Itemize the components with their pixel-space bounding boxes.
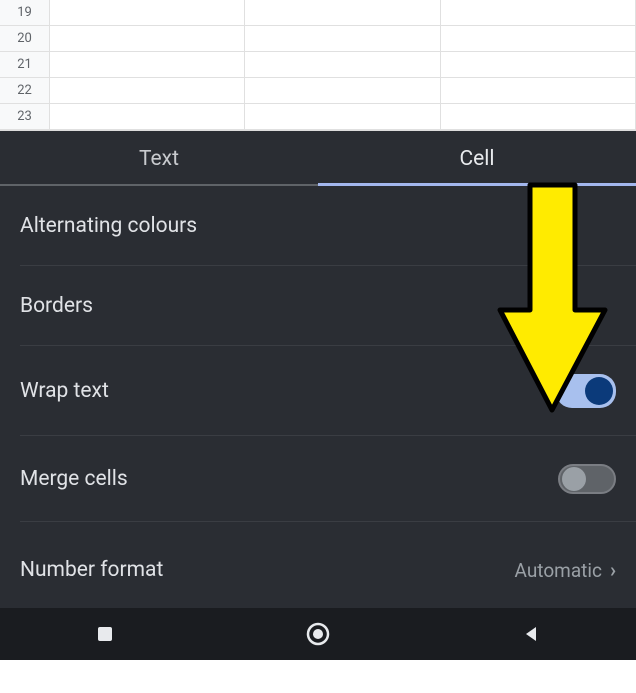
nav-back-button[interactable] [521,624,541,644]
toggle-knob [585,377,613,405]
cell[interactable] [50,52,245,77]
cell[interactable] [245,26,440,51]
format-panel: Text Cell Alternating colours Borders Wr… [0,131,636,608]
cell[interactable] [50,78,245,103]
option-label: Merge cells [20,467,128,491]
row-header[interactable]: 23 [0,104,50,129]
tab-cell[interactable]: Cell [318,131,636,186]
wrap-text-toggle[interactable] [556,374,616,408]
cell[interactable] [441,26,636,51]
chevron-right-icon: › [610,558,616,582]
cell[interactable] [245,104,440,129]
system-nav-bar [0,608,636,660]
table-row[interactable]: 22 [0,78,636,104]
merge-cells-toggle[interactable] [558,464,616,494]
option-number-format[interactable]: Number format Automatic › [0,522,636,602]
cell[interactable] [441,104,636,129]
cell[interactable] [50,0,245,25]
table-row[interactable]: 20 [0,26,636,52]
cell[interactable] [50,26,245,51]
row-header[interactable]: 20 [0,26,50,51]
option-label: Borders [20,294,93,318]
row-header[interactable]: 19 [0,0,50,25]
option-label: Alternating colours [20,214,197,238]
table-row[interactable]: 23 [0,104,636,130]
number-format-value: Automatic [515,559,602,582]
option-value: Automatic › [515,558,616,582]
cell[interactable] [441,78,636,103]
cell[interactable] [441,52,636,77]
panel-tabs: Text Cell [0,131,636,186]
cell[interactable] [245,78,440,103]
nav-home-button[interactable] [305,621,331,647]
toggle-knob [562,467,586,491]
tab-text[interactable]: Text [0,131,318,186]
option-label: Number format [20,558,163,582]
nav-recent-button[interactable] [95,624,115,644]
cell[interactable] [245,0,440,25]
table-row[interactable]: 21 [0,52,636,78]
table-row[interactable]: 19 [0,0,636,26]
option-label: Wrap text [20,379,109,403]
spreadsheet-grid[interactable]: 19 20 21 22 23 [0,0,636,131]
option-alternating-colours[interactable]: Alternating colours [0,186,636,266]
cell[interactable] [441,0,636,25]
cell[interactable] [245,52,440,77]
row-header[interactable]: 21 [0,52,50,77]
row-header[interactable]: 22 [0,78,50,103]
option-wrap-text: Wrap text [0,346,636,436]
cell[interactable] [50,104,245,129]
option-borders[interactable]: Borders [0,266,636,346]
option-merge-cells: Merge cells [0,436,636,522]
